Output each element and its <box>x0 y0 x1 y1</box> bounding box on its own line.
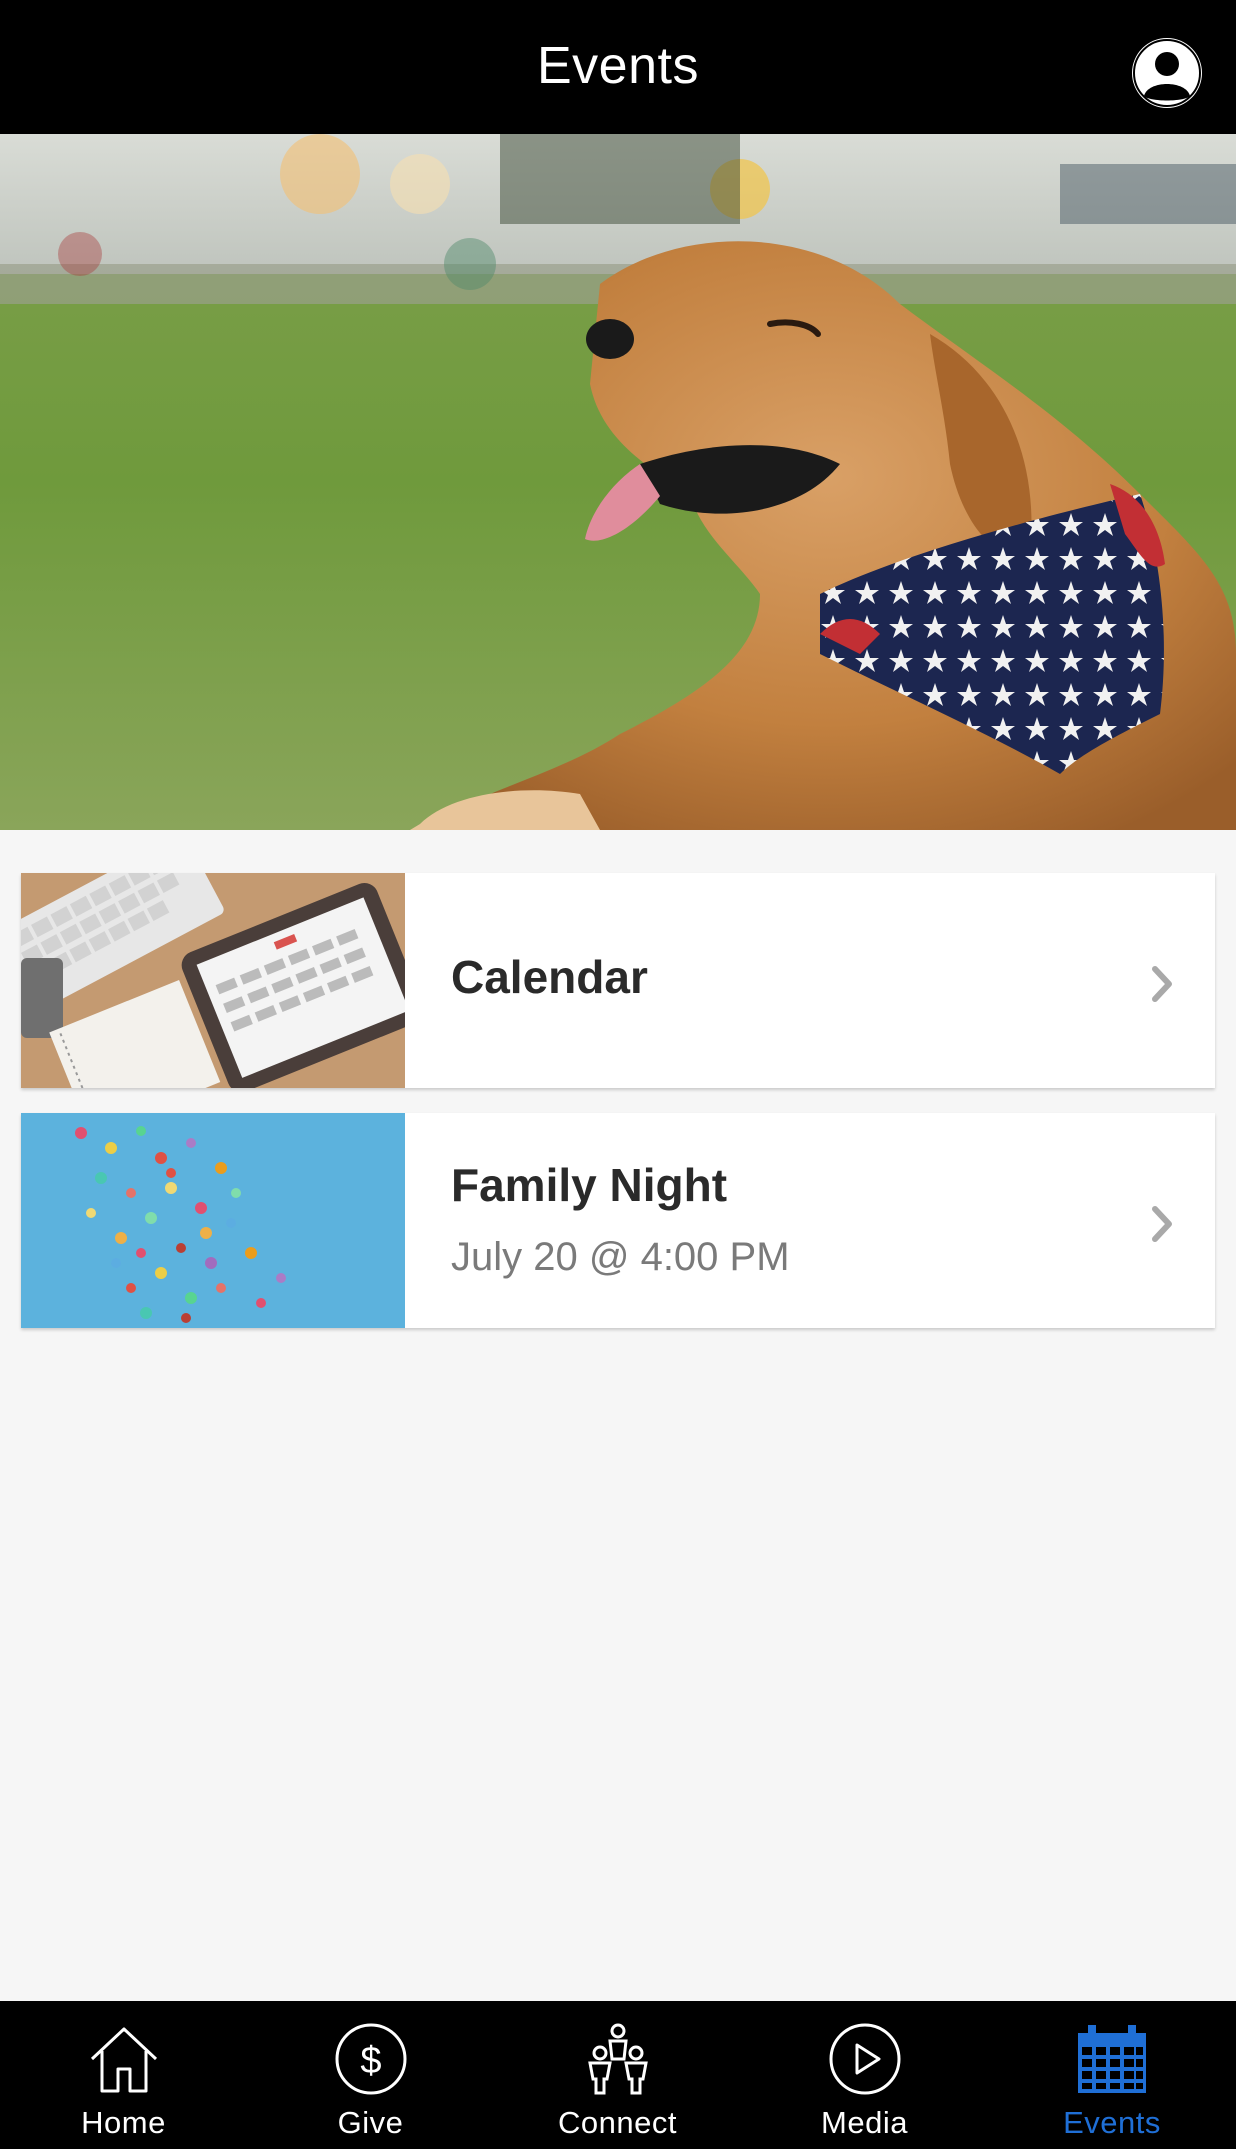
event-title-family-night: Family Night <box>451 1159 728 1211</box>
calendar-thumbnail <box>21 873 405 1088</box>
events-screen: Events Calendar Family Night July 20 @ 4… <box>0 0 1236 2149</box>
people-icon <box>578 2019 658 2099</box>
tab-events[interactable]: Events <box>988 2001 1236 2149</box>
chevron-right-icon <box>1151 965 1175 1003</box>
tab-label: Connect <box>558 2105 677 2140</box>
dollar-circle-icon: $ <box>331 2019 411 2099</box>
tab-connect[interactable]: Connect <box>494 2001 741 2149</box>
tab-label: Media <box>821 2105 908 2140</box>
chevron-right-icon <box>1151 1205 1175 1243</box>
tab-label: Give <box>337 2105 404 2140</box>
tab-give[interactable]: $ Give <box>247 2001 494 2149</box>
top-bar: Events <box>0 0 1236 134</box>
svg-text:$: $ <box>360 2040 381 2082</box>
page-title: Events <box>537 37 699 95</box>
event-card-family-night[interactable]: Family Night July 20 @ 4:00 PM <box>21 1113 1215 1328</box>
event-date: July 20 @ 4:00 PM <box>451 1235 790 1279</box>
user-icon <box>1132 38 1202 108</box>
event-card-calendar[interactable]: Calendar <box>21 873 1215 1088</box>
play-circle-icon <box>825 2019 905 2099</box>
tab-media[interactable]: Media <box>741 2001 988 2149</box>
tab-label: Home <box>81 2105 166 2140</box>
profile-button[interactable] <box>1132 38 1202 108</box>
balloons-thumbnail <box>21 1113 405 1328</box>
tab-home[interactable]: Home <box>0 2001 247 2149</box>
hero-image-dog <box>0 134 1236 830</box>
tab-label: Events <box>1063 2105 1161 2140</box>
home-icon <box>84 2019 164 2099</box>
event-title-calendar: Calendar <box>451 951 648 1003</box>
bottom-tab-bar: Home $ Give Connect Media Events <box>0 2001 1236 2149</box>
calendar-icon <box>1072 2019 1152 2099</box>
